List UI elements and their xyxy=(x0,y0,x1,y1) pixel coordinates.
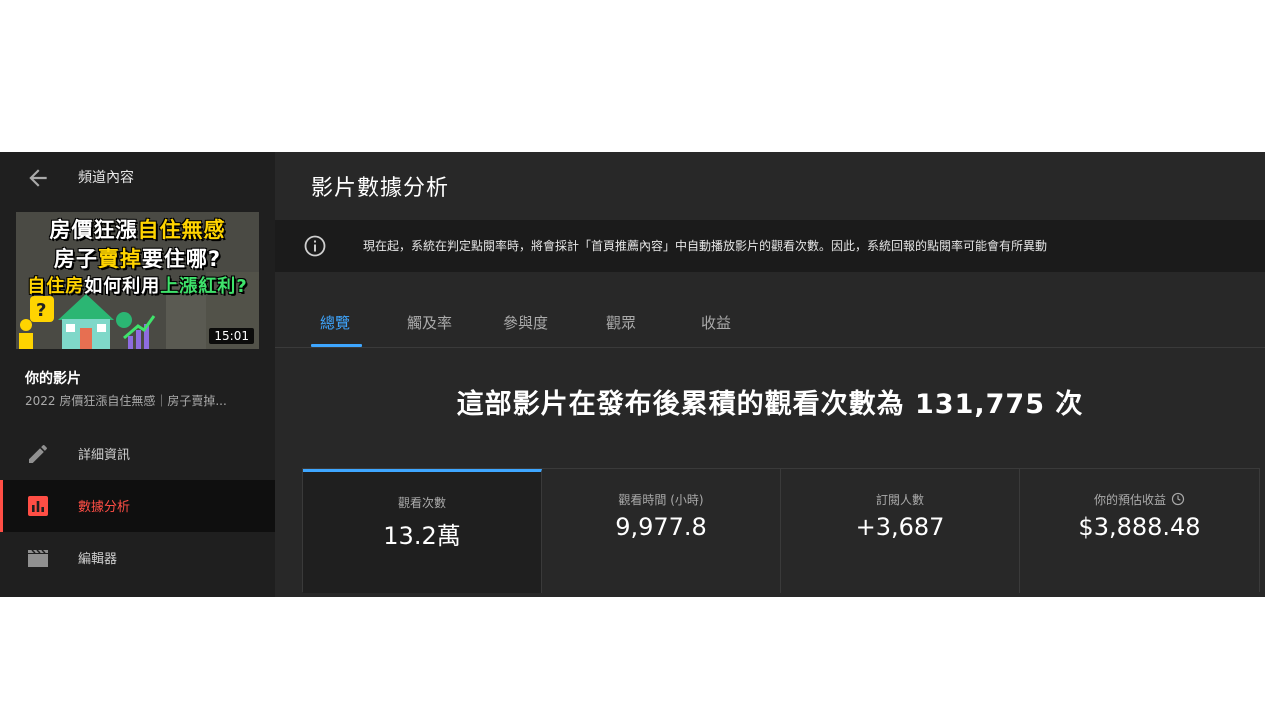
video-duration: 15:01 xyxy=(209,328,254,344)
views-headline: 這部影片在發布後累積的觀看次數為 131,775 次 xyxy=(456,389,1084,420)
metric-label: 訂閱人數 xyxy=(875,493,924,507)
info-icon xyxy=(304,235,326,257)
info-banner: 現在起，系統在判定點閱率時，將會採計「首頁推薦內容」中自動播放影片的觀看次數。因… xyxy=(275,220,1265,272)
banner-text: 現在起，系統在判定點閱率時，將會採計「首頁推薦內容」中自動播放影片的觀看次數。因… xyxy=(363,239,1048,253)
metric-card-views[interactable]: 觀看次數 13.2萬 xyxy=(303,469,542,593)
thumbnail-text-line3: 自住房如何利用上漲紅利? xyxy=(16,272,259,298)
thumbnail-text-line1: 房價狂漲自住無感 xyxy=(16,214,259,244)
analytics-icon xyxy=(28,496,48,516)
thumb-text-c: 要住哪? xyxy=(141,247,222,271)
main-content: 影片數據分析 現在起，系統在判定點閱率時，將會採計「首頁推薦內容」中自動播放影片… xyxy=(275,152,1265,597)
page-title: 影片數據分析 xyxy=(311,176,450,201)
metric-cards: 觀看次數 13.2萬 觀看時間 (小時) 9,977.8 訂閱人數 +3,687… xyxy=(302,468,1260,593)
back-arrow-icon[interactable] xyxy=(25,165,51,191)
tab-overview[interactable]: 總覽 xyxy=(320,312,350,333)
tab-revenue[interactable]: 收益 xyxy=(701,312,731,333)
video-thumbnail[interactable]: ? 房價狂漲自住無感 房子賣掉要住哪? 自住房如何利用上漲紅利? 15:01 xyxy=(16,212,259,349)
metric-label: 觀看時間 (小時) xyxy=(618,493,704,507)
studio-window: 頻道內容 ? 房價狂漲自住無感 房子賣掉要住哪? 自住房如何利用上漲紅利? 15… xyxy=(0,152,1265,597)
metric-value: $3,888.48 xyxy=(1078,513,1201,541)
analytics-tabs: 總覽 觸及率 參與度 觀眾 收益 xyxy=(275,302,1265,348)
metric-label: 你的預估收益 xyxy=(1093,493,1166,507)
sidebar-item-analytics[interactable]: 數據分析 xyxy=(0,480,275,532)
sidebar-item-label: 數據分析 xyxy=(78,500,131,515)
sidebar-item-details[interactable]: 詳細資訊 xyxy=(0,428,275,480)
tab-audience[interactable]: 觀眾 xyxy=(606,312,636,333)
thumb-text-a: 房子 xyxy=(53,247,98,271)
sidebar-item-label: 詳細資訊 xyxy=(78,448,131,463)
thumb-text-b: 如何利用 xyxy=(84,276,161,297)
active-tab-indicator xyxy=(311,344,362,347)
metric-value: 9,977.8 xyxy=(615,513,707,541)
metric-label-row: 你的預估收益 xyxy=(1020,491,1259,508)
thumbnail-text-line2: 房子賣掉要住哪? xyxy=(16,243,259,273)
sidebar-header: 頻道內容 xyxy=(0,152,275,202)
svg-text:?: ? xyxy=(36,300,46,321)
metric-label: 觀看次數 xyxy=(397,496,446,510)
metric-card-revenue[interactable]: 你的預估收益 $3,888.48 xyxy=(1020,469,1259,593)
video-title: 2022 房價狂漲自住無感｜房子賣掉... xyxy=(25,394,227,408)
your-video-label: 你的影片 xyxy=(25,371,81,387)
thumb-text-a: 自住房 xyxy=(27,276,85,297)
metric-value: +3,687 xyxy=(855,513,945,541)
sidebar: 頻道內容 ? 房價狂漲自住無感 房子賣掉要住哪? 自住房如何利用上漲紅利? 15… xyxy=(0,152,275,597)
pencil-icon xyxy=(29,444,47,463)
channel-content-title: 頻道內容 xyxy=(78,170,134,186)
tab-reach[interactable]: 觸及率 xyxy=(407,312,452,333)
thumb-text-b: 賣掉 xyxy=(97,247,142,271)
thumb-text-c: 上漲紅利? xyxy=(160,276,248,297)
metric-card-watch-time[interactable]: 觀看時間 (小時) 9,977.8 xyxy=(542,469,781,593)
metric-value: 13.2萬 xyxy=(383,522,461,550)
tab-engagement[interactable]: 參與度 xyxy=(503,312,548,333)
metric-card-subscribers[interactable]: 訂閱人數 +3,687 xyxy=(781,469,1020,593)
clock-icon xyxy=(1171,492,1185,506)
thumb-text-a: 房價狂漲 xyxy=(49,218,138,242)
thumb-text-b: 自住無感 xyxy=(137,218,226,242)
sidebar-item-label: 編輯器 xyxy=(78,552,118,567)
clapperboard-icon xyxy=(28,549,48,567)
sidebar-item-editor[interactable]: 編輯器 xyxy=(0,532,275,584)
